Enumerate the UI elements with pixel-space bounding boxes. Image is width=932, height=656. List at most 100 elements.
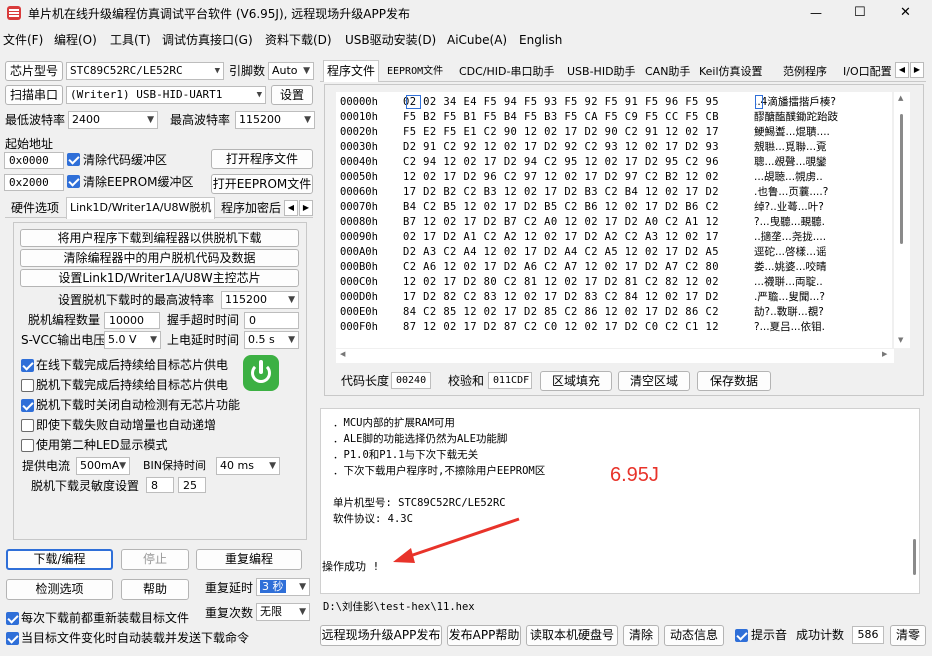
menu-tools[interactable]: 工具(T) [110,32,151,48]
opt-disable-detect-checkbox[interactable] [21,399,34,412]
tab-examples[interactable]: 范例程序 [780,63,830,81]
read-disk-id-button[interactable]: 读取本机硬盘号 [526,625,618,646]
log-scrollbar[interactable] [913,539,916,575]
clear-code-checkbox[interactable] [67,153,80,166]
min-baud-select[interactable]: 2400 ▼ [68,111,158,129]
offline-count-input[interactable]: 10000 [104,312,160,329]
tab-keil-settings[interactable]: Keil仿真设置 [696,63,766,81]
opt-online-power-checkbox[interactable] [21,359,34,372]
download-program-button[interactable]: 下载/编程 [6,549,113,570]
tab-program-file[interactable]: 程序文件 [323,60,380,82]
save-data-button[interactable]: 保存数据 [697,371,771,391]
tab-hardware-options[interactable]: 硬件选项 [8,199,62,217]
hex-vertical-scrollbar[interactable]: ▲ ▼ [894,92,910,348]
repeat-delay-label: 重复延时 [205,581,254,595]
dynamic-info-button[interactable]: 动态信息 [664,625,724,646]
menu-downloads[interactable]: 资料下载(D) [265,32,332,48]
detect-options-button[interactable]: 检测选项 [6,579,113,600]
opt-led-mode-label: 使用第二种LED显示模式 [36,438,168,452]
bin-hold-select[interactable]: 40 ms ▼ [216,457,280,475]
tab-scroll-left-icon[interactable]: ◀ [895,62,909,78]
pins-select[interactable]: Auto ▼ [268,62,314,80]
app-logo-icon [7,6,21,20]
publish-help-button[interactable]: 发布APP帮助 [447,625,521,646]
max-baud-label: 最高波特率 [170,113,231,127]
svcc-select[interactable]: 5.0 V ▼ [104,331,161,349]
menu-aicube[interactable]: AiCube(A) [447,32,507,48]
code-start-address-input[interactable]: 0x0000 [4,152,64,169]
message-log[interactable]: ．MCU内部的扩展RAM可用 ．ALE脚的功能选择仍然为ALE功能脚 ．P1.0… [320,408,920,594]
tab-can-helper[interactable]: CAN助手 [642,63,693,81]
repeat-program-button[interactable]: 重复编程 [196,549,302,570]
publish-app-button[interactable]: 远程现场升级APP发布 [320,625,442,646]
opt-offline-power-checkbox[interactable] [21,379,34,392]
handshake-timeout-label: 握手超时时间 [167,313,240,327]
max-baud-select[interactable]: 115200 ▼ [235,111,315,129]
hex-viewer[interactable]: 00000h 02 02 34 E4 F5 94 F5 93 F5 92 F5 9… [336,92,892,348]
chevron-down-icon: ▼ [299,607,306,617]
auto-send-checkbox[interactable] [6,632,19,645]
open-eeprom-file-button[interactable]: 打开EEPROM文件 [211,174,313,194]
sensitivity-input-2[interactable]: 25 [178,477,206,493]
tab-scroll-left-icon[interactable]: ◀ [284,200,298,216]
chip-model-select[interactable]: STC89C52RC/LE52RC ▼ [66,62,224,80]
opt-led-mode-checkbox[interactable] [21,439,34,452]
sensitivity-input-1[interactable]: 8 [146,477,174,493]
hex-cursor [406,95,421,109]
maximize-icon[interactable]: ☐ [854,5,866,21]
tab-scroll-right-icon[interactable]: ▶ [299,200,313,216]
stop-button[interactable]: 停止 [121,549,189,570]
port-select[interactable]: (Writer1) USB-HID-UART1 ▼ [66,86,266,104]
chevron-down-icon: ▼ [288,295,295,305]
current-select[interactable]: 500mA ▼ [76,457,130,475]
menu-usb-driver[interactable]: USB驱动安装(D) [345,32,436,48]
reload-before-download-checkbox[interactable] [6,612,19,625]
chevron-down-icon: ▼ [304,115,311,125]
menu-english[interactable]: English [519,32,562,48]
current-label: 提供电流 [22,459,71,473]
offline-max-baud-select[interactable]: 115200 ▼ [221,291,299,309]
close-icon[interactable]: ✕ [900,5,911,21]
tab-offline-writer[interactable]: Link1D/Writer1A/U8W脱机 [66,197,216,219]
hex-horizontal-scrollbar[interactable]: ◀ ▶ [336,349,894,363]
tab-serial-helper[interactable]: CDC/HID-串口助手 [456,63,558,81]
open-program-file-button[interactable]: 打开程序文件 [211,149,313,169]
menu-program[interactable]: 编程(O) [54,32,97,48]
opt-auto-increment-checkbox[interactable] [21,419,34,432]
bin-hold-label: BIN保持时间 [143,459,207,472]
reset-count-button[interactable]: 清零 [890,625,926,646]
checksum-label: 校验和 [448,374,485,388]
opt-offline-power-label: 脱机下载完成后持续给目标芯片供电 [36,378,229,392]
menu-debug[interactable]: 调试仿真接口(G) [162,32,253,48]
download-to-writer-button[interactable]: 将用户程序下载到编程器以供脱机下载 [20,229,299,247]
clear-log-button[interactable]: 清除 [623,625,659,646]
clear-writer-code-button[interactable]: 清除编程器中的用户脱机代码及数据 [20,249,299,267]
beep-checkbox[interactable] [735,629,748,642]
log-line: ．ALE脚的功能选择仍然为ALE功能脚 [333,433,508,445]
repeat-delay-select[interactable]: 3 秒 ▼ [256,578,310,596]
handshake-timeout-input[interactable]: 0 [244,312,299,329]
power-delay-select[interactable]: 0.5 s ▼ [244,331,299,349]
power-icon[interactable] [243,355,279,391]
chevron-down-icon: ▼ [256,90,262,100]
tab-io-config[interactable]: I/O口配置 [840,63,896,81]
help-button[interactable]: 帮助 [121,579,189,600]
menu-file[interactable]: 文件(F) [3,32,43,48]
fill-region-button[interactable]: 区域填充 [540,371,612,391]
chip-model-button[interactable]: 芯片型号 [5,61,63,81]
eeprom-start-address-input[interactable]: 0x2000 [4,174,64,191]
tab-eeprom-file[interactable]: EEPROM文件 [384,63,446,81]
tab-encryption[interactable]: 程序加密后 [218,199,284,217]
port-settings-button[interactable]: 设置 [271,85,313,105]
clear-region-button[interactable]: 清空区域 [618,371,690,391]
clear-eeprom-checkbox[interactable] [67,175,80,188]
log-line: ．MCU内部的扩展RAM可用 [333,417,455,429]
success-count-label: 成功计数 [796,628,845,642]
repeat-count-select[interactable]: 无限 ▼ [256,603,310,621]
scan-port-button[interactable]: 扫描串口 [5,85,63,105]
chevron-down-icon: ▼ [150,335,157,345]
tab-usb-hid-helper[interactable]: USB-HID助手 [564,63,639,81]
minimize-icon[interactable]: — [810,5,822,21]
set-master-chip-button[interactable]: 设置Link1D/Writer1A/U8W主控芯片 [20,269,299,287]
tab-scroll-right-icon[interactable]: ▶ [910,62,924,78]
